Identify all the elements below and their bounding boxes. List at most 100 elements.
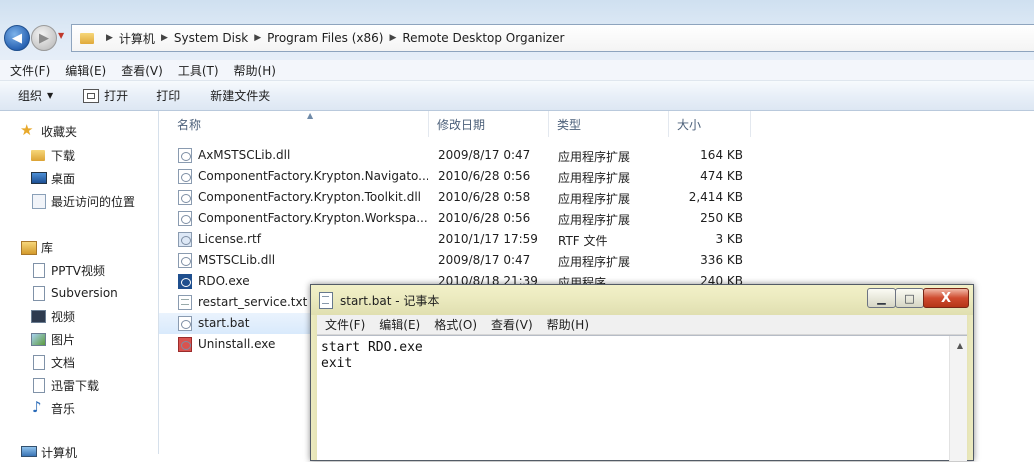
column-name-label: 名称 [177, 117, 202, 132]
chevron-right-icon[interactable]: ▶ [254, 33, 261, 43]
column-header-type[interactable]: 类型 [549, 111, 669, 137]
file-date: 2010/6/28 0:56 [438, 169, 531, 183]
nav-pictures-label: 图片 [51, 332, 76, 347]
file-date: 2009/8/17 0:47 [438, 148, 531, 162]
nav-videos[interactable]: 视频 [30, 306, 75, 326]
nav-desktop[interactable]: 桌面 [30, 168, 75, 188]
recent-pages-dropdown[interactable]: ▼ [58, 31, 68, 43]
sort-up-icon: ▲ [307, 111, 314, 120]
dll-file-icon [178, 211, 192, 226]
address-field[interactable]: ▶ 计算机 ▶ System Disk ▶ Program Files (x86… [71, 24, 1034, 52]
menu-view[interactable]: 查看(V) [111, 62, 168, 79]
nav-libraries[interactable]: 库 [20, 237, 53, 257]
file-row[interactable]: ComponentFactory.Krypton.Navigato... 201… [159, 166, 759, 187]
column-type-label: 类型 [557, 117, 582, 132]
notepad-menu-bar: 文件(F) 编辑(E) 格式(O) 查看(V) 帮助(H) [317, 315, 967, 335]
file-row[interactable]: ComponentFactory.Krypton.Workspa... 2010… [159, 208, 759, 229]
nav-videos-label: 视频 [51, 309, 76, 324]
notepad-window[interactable]: start.bat - 记事本 ▁ □ X 文件(F) 编辑(E) 格式(O) … [310, 284, 974, 461]
breadcrumb-computer[interactable]: 计算机 [119, 30, 155, 47]
chevron-right-icon[interactable]: ▶ [161, 33, 168, 43]
menu-edit[interactable]: 编辑(E) [55, 62, 111, 79]
file-row[interactable]: AxMSTSCLib.dll 2009/8/17 0:47 应用程序扩展 164… [159, 145, 759, 166]
scroll-up-icon[interactable]: ▲ [957, 341, 963, 350]
file-row[interactable]: MSTSCLib.dll 2009/8/17 0:47 应用程序扩展 336 K… [159, 250, 759, 271]
nav-music[interactable]: 音乐 [30, 398, 75, 418]
video-icon [30, 308, 46, 324]
nav-recent-places[interactable]: 最近访问的位置 [30, 191, 135, 211]
nav-downloads[interactable]: 下载 [30, 145, 75, 165]
documents-icon [30, 354, 46, 370]
subversion-library-icon [30, 285, 46, 301]
nav-pptv-label: PPTV视频 [51, 263, 106, 278]
dll-file-icon [178, 253, 192, 268]
file-size: 336 KB [700, 253, 743, 267]
file-type: RTF 文件 [558, 234, 608, 248]
file-name: License.rtf [198, 232, 261, 246]
notepad-text-area[interactable]: start RDO.exe exit ▲ [317, 335, 967, 461]
vertical-scrollbar[interactable]: ▲ [949, 336, 967, 461]
minimize-button[interactable]: ▁ [867, 288, 896, 308]
txt-file-icon [178, 295, 192, 310]
computer-icon [20, 444, 37, 460]
file-name: AxMSTSCLib.dll [198, 148, 291, 162]
file-date: 2010/6/28 0:56 [438, 211, 531, 225]
chevron-right-icon[interactable]: ▶ [389, 33, 396, 43]
organize-label: 组织 [18, 89, 43, 103]
address-bar-area: ◀ ▶ ▼ ▶ 计算机 ▶ System Disk ▶ Program File… [0, 0, 1034, 60]
column-header-size[interactable]: 大小 [669, 111, 751, 137]
nav-music-label: 音乐 [51, 401, 76, 416]
close-button[interactable]: X [923, 288, 969, 308]
nav-subversion[interactable]: Subversion [30, 283, 118, 303]
chevron-right-icon[interactable]: ▶ [106, 33, 113, 43]
notepad-menu-help[interactable]: 帮助(H) [539, 316, 595, 333]
maximize-button[interactable]: □ [895, 288, 924, 308]
nav-recent-label: 最近访问的位置 [51, 194, 136, 209]
breadcrumb-current-folder[interactable]: Remote Desktop Organizer [402, 31, 564, 45]
nav-pictures[interactable]: 图片 [30, 329, 75, 349]
column-size-label: 大小 [677, 117, 702, 132]
downloads-folder-icon [30, 147, 46, 163]
notepad-menu-file[interactable]: 文件(F) [317, 316, 371, 333]
nav-downloads-label: 下载 [51, 148, 76, 163]
nav-favorites[interactable]: 收藏夹 [20, 121, 77, 141]
exe-file-icon [178, 274, 192, 289]
new-folder-button[interactable]: 新建文件夹 [200, 81, 280, 110]
notepad-menu-view[interactable]: 查看(V) [483, 316, 539, 333]
forward-button[interactable]: ▶ [31, 25, 57, 51]
breadcrumb-system-disk[interactable]: System Disk [174, 31, 248, 45]
nav-documents-label: 文档 [51, 355, 76, 370]
column-header-date[interactable]: 修改日期 [429, 111, 549, 137]
back-button[interactable]: ◀ [4, 25, 30, 51]
open-icon [83, 88, 100, 103]
nav-subversion-label: Subversion [51, 286, 118, 300]
music-icon [30, 398, 46, 416]
menu-tools[interactable]: 工具(T) [168, 62, 224, 79]
column-header-name[interactable]: 名称 ▲ [169, 111, 429, 137]
print-label: 打印 [156, 89, 181, 103]
nav-documents[interactable]: 文档 [30, 352, 75, 372]
notepad-menu-format[interactable]: 格式(O) [426, 316, 483, 333]
breadcrumb-program-files[interactable]: Program Files (x86) [267, 31, 383, 45]
notepad-titlebar[interactable]: start.bat - 记事本 ▁ □ X [311, 285, 973, 315]
nav-thunder-downloads[interactable]: 迅雷下载 [30, 375, 99, 395]
organize-button[interactable]: 组织 ▼ [0, 81, 63, 110]
thunder-downloads-icon [30, 377, 46, 393]
open-button[interactable]: 打开 [73, 81, 138, 110]
print-button[interactable]: 打印 [146, 81, 190, 110]
file-size: 250 KB [700, 211, 743, 225]
menu-help[interactable]: 帮助(H) [224, 62, 281, 79]
file-row[interactable]: License.rtf 2010/1/17 17:59 RTF 文件 3 KB [159, 229, 759, 250]
menu-file[interactable]: 文件(F) [0, 62, 55, 79]
file-name: ComponentFactory.Krypton.Toolkit.dll [198, 190, 421, 204]
file-type: 应用程序扩展 [558, 192, 631, 206]
nav-pptv[interactable]: PPTV视频 [30, 260, 105, 280]
dll-file-icon [178, 169, 192, 184]
nav-computer[interactable]: 计算机 [20, 442, 77, 462]
file-date: 2010/6/28 0:58 [438, 190, 531, 204]
notepad-menu-edit[interactable]: 编辑(E) [371, 316, 426, 333]
notepad-content[interactable]: start RDO.exe exit [321, 340, 423, 372]
notepad-icon [319, 292, 333, 309]
file-row[interactable]: ComponentFactory.Krypton.Toolkit.dll 201… [159, 187, 759, 208]
recent-places-icon [30, 193, 46, 209]
